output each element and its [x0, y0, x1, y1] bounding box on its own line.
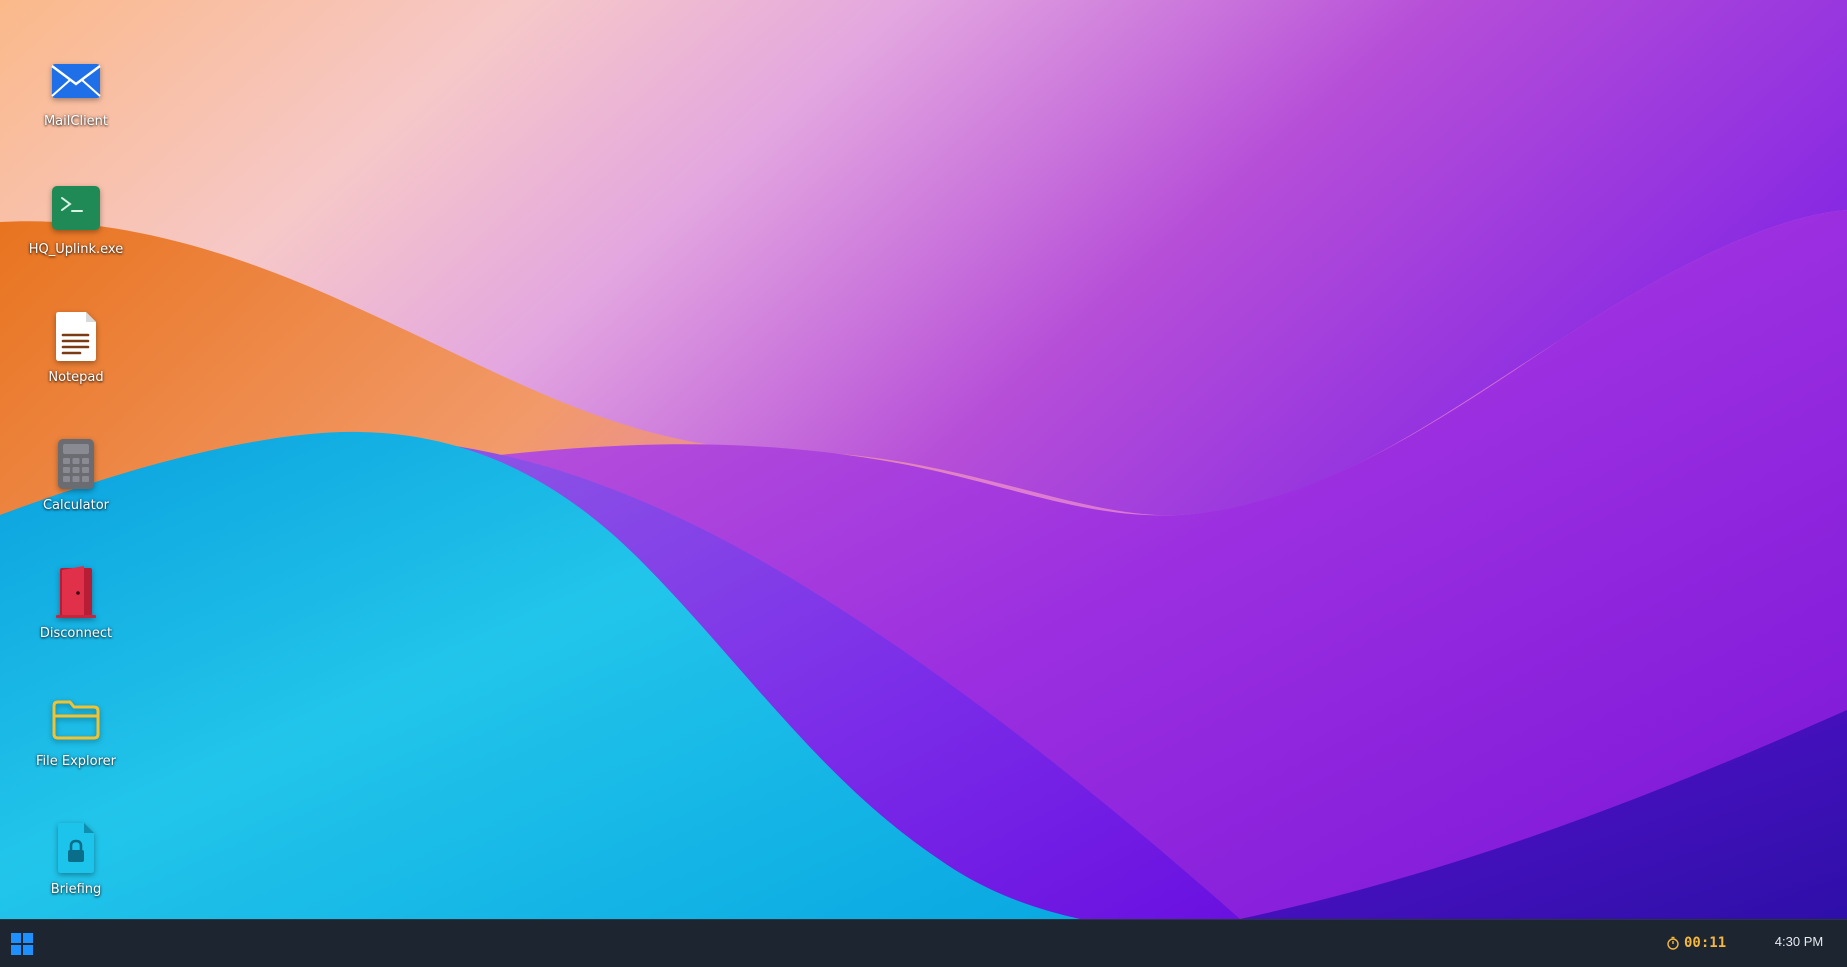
- desktop-icon-hq-uplink[interactable]: HQ_Uplink.exe: [20, 172, 132, 284]
- desktop-icon-notepad[interactable]: Notepad: [20, 300, 132, 412]
- desktop-icon-calculator[interactable]: Calculator: [20, 428, 132, 540]
- locked-file-icon: [46, 818, 106, 878]
- desktop-icon-mailclient[interactable]: MailClient: [20, 44, 132, 156]
- desktop-icon-label: Disconnect: [39, 626, 113, 641]
- timer-value: 00:11: [1684, 935, 1727, 951]
- desktop-icon-label: File Explorer: [35, 754, 116, 769]
- desktop-icon-label: Notepad: [48, 370, 104, 385]
- folder-icon: [46, 690, 106, 750]
- desktop-icon-label: Briefing: [50, 882, 102, 897]
- desktop-icon-label: HQ_Uplink.exe: [28, 242, 124, 257]
- session-timer: 00:11: [1666, 933, 1726, 953]
- taskbar: 00:11 4:30 PM: [0, 919, 1847, 967]
- mail-icon: [46, 50, 106, 110]
- desktop-icon-column: MailClient HQ_Uplink.exe Notepad Calcula…: [0, 0, 170, 919]
- taskbar-clock[interactable]: 4:30 PM: [1764, 934, 1834, 949]
- start-button[interactable]: [8, 930, 36, 958]
- notepad-icon: [46, 306, 106, 366]
- terminal-icon: [46, 178, 106, 238]
- desktop-icon-label: Calculator: [42, 498, 109, 513]
- desktop: MailClient HQ_Uplink.exe Notepad Calcula…: [0, 0, 1847, 919]
- calculator-icon: [46, 434, 106, 494]
- door-icon: [46, 562, 106, 622]
- desktop-icon-disconnect[interactable]: Disconnect: [20, 556, 132, 668]
- windows-logo-icon: [11, 933, 33, 955]
- wallpaper: [0, 0, 1847, 919]
- desktop-icon-briefing[interactable]: Briefing: [20, 812, 132, 919]
- desktop-icon-file-explorer[interactable]: File Explorer: [20, 684, 132, 796]
- stopwatch-icon: [1667, 936, 1679, 950]
- desktop-icon-label: MailClient: [43, 114, 109, 129]
